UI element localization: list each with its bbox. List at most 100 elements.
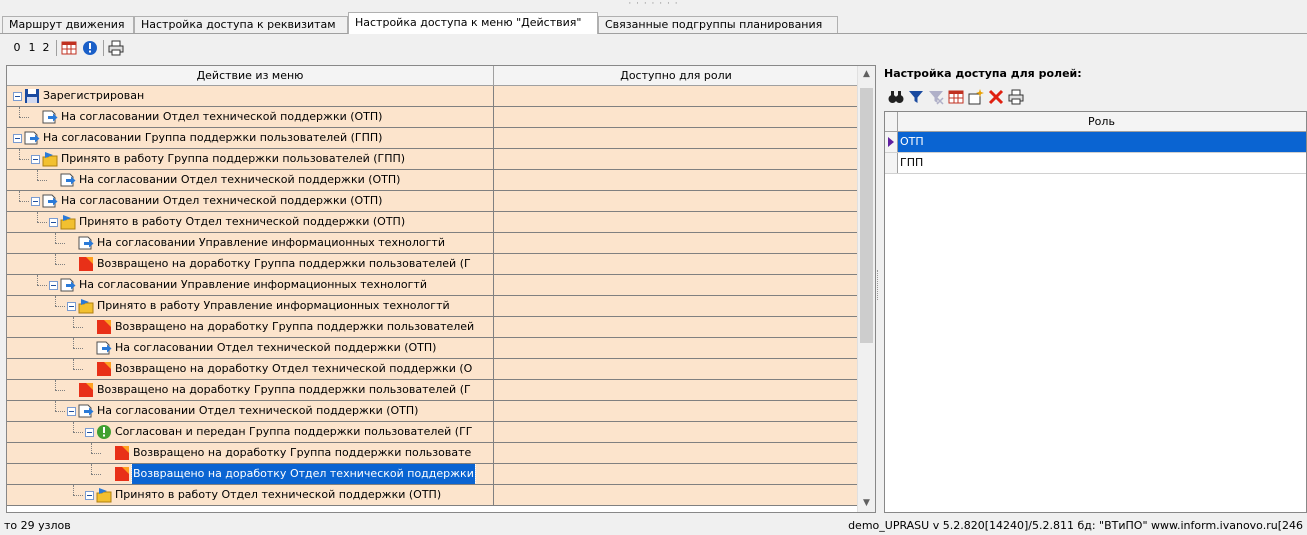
action-cell[interactable]: Принято в работу Отдел технической подде… — [7, 212, 494, 233]
tree-row[interactable]: Принято в работу Отдел технической подде… — [7, 485, 858, 506]
tab-route[interactable]: Маршрут движения — [2, 16, 134, 33]
delete-icon[interactable] — [988, 89, 1004, 105]
role-access-cell[interactable] — [494, 443, 858, 464]
action-cell[interactable]: На согласовании Отдел технической поддер… — [7, 401, 494, 422]
scroll-up-arrow[interactable]: ▲ — [858, 66, 875, 83]
role-access-cell[interactable] — [494, 401, 858, 422]
clear-filter-icon[interactable] — [928, 89, 944, 105]
tree-row[interactable]: Возвращено на доработку Отдел техническо… — [7, 464, 858, 485]
action-cell[interactable]: Принято в работу Группа поддержки пользо… — [7, 149, 494, 170]
role-row[interactable]: ОТП — [885, 132, 1306, 153]
action-cell[interactable]: На согласовании Управление информационны… — [7, 275, 494, 296]
binoculars-icon[interactable] — [888, 89, 904, 105]
role-access-cell[interactable] — [494, 107, 858, 128]
role-access-cell[interactable] — [494, 170, 858, 191]
collapse-toggle-icon[interactable] — [31, 154, 40, 164]
role-access-cell[interactable] — [494, 317, 858, 338]
column-header-action[interactable]: Действие из меню — [7, 66, 494, 85]
column-header-role[interactable]: Роль — [897, 112, 1306, 131]
tree-row[interactable]: На согласовании Отдел технической поддер… — [7, 338, 858, 359]
action-cell[interactable]: Возвращено на доработку Группа поддержки… — [7, 317, 494, 338]
print-icon[interactable] — [108, 40, 124, 56]
level-1-button[interactable]: 1 — [27, 40, 37, 56]
collapse-toggle-icon[interactable] — [49, 280, 58, 290]
action-cell[interactable]: Возвращено на доработку Группа поддержки… — [7, 254, 494, 275]
scroll-thumb[interactable] — [860, 88, 873, 343]
tab-menu-access[interactable]: Настройка доступа к меню "Действия" — [348, 12, 598, 34]
tree-row[interactable]: На согласовании Отдел технической поддер… — [7, 191, 858, 212]
role-access-cell[interactable] — [494, 212, 858, 233]
role-access-cell[interactable] — [494, 296, 858, 317]
role-access-cell[interactable] — [494, 86, 858, 107]
column-header-role-access[interactable]: Доступно для роли — [494, 66, 858, 85]
tab-linked-subgroups[interactable]: Связанные подгруппы планирования — [598, 16, 838, 33]
action-cell[interactable]: Зарегистрирован — [7, 86, 494, 107]
tree-row[interactable]: Принято в работу Управление информационн… — [7, 296, 858, 317]
action-cell[interactable]: Принято в работу Управление информационн… — [7, 296, 494, 317]
collapse-toggle-icon[interactable] — [67, 406, 76, 416]
tree-row[interactable]: Возвращено на доработку Группа поддержки… — [7, 254, 858, 275]
action-cell[interactable]: Возвращено на доработку Отдел техническо… — [7, 464, 494, 485]
tab-field-access[interactable]: Настройка доступа к реквизитам — [134, 16, 348, 33]
collapse-toggle-icon[interactable] — [13, 133, 22, 143]
collapse-toggle-icon[interactable] — [85, 427, 94, 437]
action-cell[interactable]: На согласовании Отдел технической поддер… — [7, 170, 494, 191]
tree-row[interactable]: На согласовании Отдел технической поддер… — [7, 107, 858, 128]
tree-row[interactable]: Принято в работу Группа поддержки пользо… — [7, 149, 858, 170]
action-cell[interactable]: На согласовании Отдел технической поддер… — [7, 191, 494, 212]
collapse-toggle-icon[interactable] — [49, 217, 58, 227]
action-cell[interactable]: Возвращено на доработку Отдел техническо… — [7, 359, 494, 380]
table-icon[interactable] — [948, 89, 964, 105]
info-icon[interactable] — [82, 40, 98, 56]
role-access-cell[interactable] — [494, 380, 858, 401]
role-access-cell[interactable] — [494, 128, 858, 149]
table-icon[interactable] — [61, 40, 77, 56]
action-cell[interactable]: На согласовании Отдел технической поддер… — [7, 338, 494, 359]
role-access-cell[interactable] — [494, 149, 858, 170]
action-cell[interactable]: На согласовании Группа поддержки пользов… — [7, 128, 494, 149]
tree-row[interactable]: На согласовании Управление информационны… — [7, 275, 858, 296]
action-cell[interactable]: Согласован и передан Группа поддержки по… — [7, 422, 494, 443]
tree-row[interactable]: Возвращено на доработку Группа поддержки… — [7, 443, 858, 464]
filter-icon[interactable] — [908, 89, 924, 105]
role-access-cell[interactable] — [494, 422, 858, 443]
panel-splitter[interactable] — [877, 270, 880, 300]
role-access-cell[interactable] — [494, 275, 858, 296]
collapse-toggle-icon[interactable] — [67, 301, 76, 311]
tree-row[interactable]: Согласован и передан Группа поддержки по… — [7, 422, 858, 443]
role-access-cell[interactable] — [494, 359, 858, 380]
vertical-scrollbar[interactable]: ▲ ▼ — [857, 66, 875, 512]
tree-row[interactable]: Зарегистрирован — [7, 86, 858, 107]
action-cell[interactable]: Возвращено на доработку Группа поддержки… — [7, 443, 494, 464]
role-access-cell[interactable] — [494, 191, 858, 212]
role-access-cell[interactable] — [494, 254, 858, 275]
role-access-cell[interactable] — [494, 485, 858, 506]
collapse-toggle-icon[interactable] — [31, 196, 40, 206]
tree-row[interactable]: На согласовании Управление информационны… — [7, 233, 858, 254]
action-cell[interactable]: На согласовании Отдел технической поддер… — [7, 107, 494, 128]
action-cell[interactable]: Принято в работу Отдел технической подде… — [7, 485, 494, 506]
tree-row[interactable]: Возвращено на доработку Группа поддержки… — [7, 380, 858, 401]
tree-row[interactable]: Возвращено на доработку Отдел техническо… — [7, 359, 858, 380]
collapse-toggle-icon[interactable] — [13, 91, 22, 101]
action-cell[interactable]: Возвращено на доработку Группа поддержки… — [7, 380, 494, 401]
print-icon[interactable] — [1008, 89, 1024, 105]
scroll-down-arrow[interactable]: ▼ — [858, 495, 875, 512]
tree-row[interactable]: Возвращено на доработку Группа поддержки… — [7, 317, 858, 338]
role-access-cell[interactable] — [494, 233, 858, 254]
level-2-button[interactable]: 2 — [41, 40, 51, 56]
role-row[interactable]: ГПП — [885, 153, 1306, 174]
tree-row[interactable]: Принято в работу Отдел технической подде… — [7, 212, 858, 233]
tree-row[interactable]: На согласовании Группа поддержки пользов… — [7, 128, 858, 149]
collapse-toggle-icon[interactable] — [85, 490, 94, 500]
role-access-cell[interactable] — [494, 464, 858, 485]
level-0-button[interactable]: 0 — [12, 40, 22, 56]
add-record-icon[interactable] — [968, 89, 984, 105]
action-cell[interactable]: На согласовании Управление информационны… — [7, 233, 494, 254]
window-grip[interactable]: · · · · · · · — [0, 0, 1307, 10]
role-access-cell[interactable] — [494, 338, 858, 359]
tree-row[interactable]: На согласовании Отдел технической поддер… — [7, 170, 858, 191]
tree-row[interactable]: На согласовании Отдел технической поддер… — [7, 401, 858, 422]
role-cell[interactable]: ГПП — [898, 153, 1306, 173]
role-cell[interactable]: ОТП — [898, 132, 1306, 152]
